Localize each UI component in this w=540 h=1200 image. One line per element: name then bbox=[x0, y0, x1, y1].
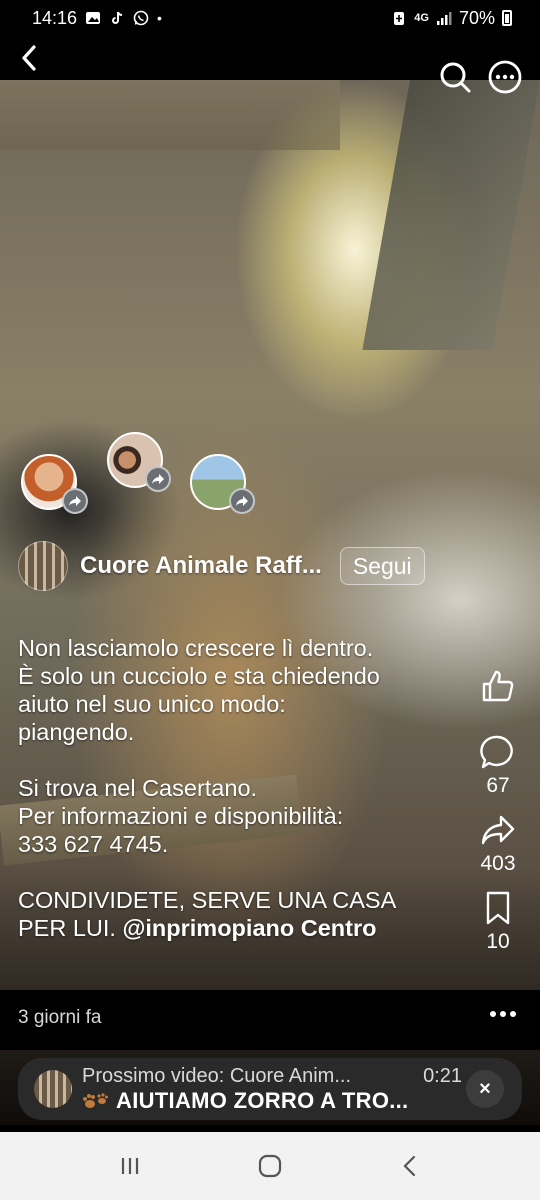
system-nav-bar bbox=[0, 1132, 540, 1200]
share-arrow-icon bbox=[481, 815, 515, 845]
caption-line: aiuto nel suo unico modo: bbox=[18, 691, 286, 717]
video-scene-board bbox=[362, 80, 540, 350]
next-video-label: Prossimo video: Cuore Anim... bbox=[82, 1064, 351, 1087]
tiktok-icon bbox=[112, 11, 123, 24]
caption-line: Per informazioni e disponibilità: bbox=[18, 803, 344, 829]
search-icon[interactable] bbox=[438, 60, 472, 94]
more-options-icon[interactable] bbox=[488, 60, 522, 94]
share-button[interactable]: 403 bbox=[480, 812, 516, 876]
paw-icon bbox=[83, 1092, 108, 1108]
gallery-icon bbox=[86, 12, 101, 24]
system-back-icon[interactable] bbox=[396, 1152, 424, 1180]
caption-line: piangendo. bbox=[18, 719, 135, 745]
next-video-duration: 0:21 bbox=[423, 1064, 462, 1087]
close-button[interactable]: × bbox=[466, 1070, 504, 1108]
status-bar: 14:16 • 4G 70% bbox=[0, 0, 540, 36]
caption-line: È solo un cucciolo e sta chiedendo bbox=[18, 663, 380, 689]
whatsapp-icon bbox=[133, 10, 149, 26]
author-row: Cuore Animale Raff... Segui bbox=[18, 541, 425, 591]
author-avatar[interactable] bbox=[18, 541, 68, 591]
caption-line: Non lasciamolo crescere lì dentro. bbox=[18, 635, 374, 661]
saves-count: 10 bbox=[486, 930, 510, 953]
caption-line: Si trova nel Casertano. bbox=[18, 775, 258, 801]
shares-count: 403 bbox=[480, 852, 516, 875]
close-icon: × bbox=[479, 1077, 491, 1100]
share-badge-icon bbox=[62, 488, 88, 514]
caption-line: PER LUI. bbox=[18, 915, 116, 941]
caption-line-last: PER LUI. @inprimopiano Centro bbox=[18, 914, 458, 942]
follow-button[interactable]: Segui bbox=[339, 547, 425, 585]
caption-line: 333 627 4745. bbox=[18, 831, 169, 857]
save-button[interactable]: 10 bbox=[480, 890, 516, 954]
battery-percent: 70% bbox=[458, 7, 495, 28]
share-badge-icon bbox=[145, 466, 171, 492]
post-time: 3 giorni fa bbox=[18, 1007, 102, 1028]
battery-saver-icon bbox=[394, 12, 405, 25]
thumbs-up-icon bbox=[482, 670, 514, 702]
like-button[interactable] bbox=[480, 668, 516, 704]
signal-icon bbox=[436, 12, 452, 25]
network-type: 4G bbox=[414, 12, 429, 24]
comment-icon bbox=[480, 735, 513, 769]
caption-mention[interactable]: @inprimopiano Centro bbox=[122, 915, 376, 941]
share-badge-icon bbox=[229, 488, 255, 514]
more-horizontal-icon[interactable] bbox=[488, 1004, 518, 1024]
home-icon[interactable] bbox=[256, 1152, 284, 1180]
status-time: 14:16 bbox=[32, 7, 78, 28]
next-video-bar[interactable]: Prossimo video: Cuore Anim... 0:21 AIUTI… bbox=[18, 1058, 522, 1120]
notification-dot: • bbox=[157, 10, 162, 26]
caption-line: CONDIVIDETE, SERVE UNA CASA bbox=[18, 887, 397, 913]
recent-apps-icon[interactable] bbox=[116, 1152, 144, 1180]
video-player[interactable] bbox=[0, 80, 540, 1125]
caption-line bbox=[18, 858, 458, 886]
caption-line bbox=[18, 746, 458, 774]
action-column: 67 403 10 bbox=[470, 668, 526, 968]
back-arrow-icon[interactable] bbox=[14, 42, 46, 74]
comment-button[interactable]: 67 bbox=[480, 734, 516, 798]
post-caption[interactable]: Non lasciamolo crescere lì dentro. È sol… bbox=[18, 634, 458, 942]
bookmark-icon bbox=[486, 891, 510, 925]
next-video-thumbnail bbox=[34, 1070, 72, 1108]
comments-count: 67 bbox=[486, 774, 510, 797]
author-name[interactable]: Cuore Animale Raff... bbox=[80, 552, 322, 580]
post-meta-bar: 3 giorni fa bbox=[0, 990, 540, 1050]
video-scene-plank bbox=[0, 80, 340, 150]
next-video-title: AIUTIAMO ZORRO A TRO... bbox=[116, 1087, 409, 1113]
battery-icon bbox=[502, 10, 512, 26]
